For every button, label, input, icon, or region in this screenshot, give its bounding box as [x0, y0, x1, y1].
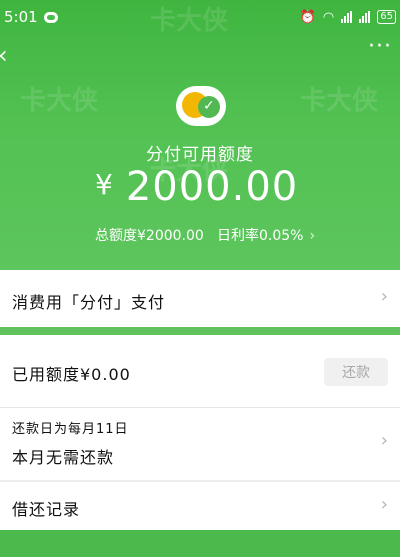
available-limit-label: 分付可用额度: [146, 145, 254, 165]
more-dots-icon[interactable]: ···: [368, 36, 394, 60]
currency-symbol: ¥: [95, 168, 114, 201]
repayment-status: 本月无需还款: [12, 448, 115, 467]
repayment-info-row[interactable]: 还款日为每月11日 本月无需还款 ›: [0, 408, 400, 480]
back-arrow-icon[interactable]: ‹: [0, 40, 18, 70]
alarm-icon: ⏰: [299, 9, 316, 25]
due-day-label: 还款日为每月11日: [12, 422, 129, 437]
battery-icon: 65: [377, 10, 396, 24]
borrow-repay-history-row[interactable]: 借还记录 ›: [0, 482, 400, 530]
pay-with-fenfu-label: 消费用「分付」支付: [12, 293, 166, 312]
section-divider: [0, 327, 400, 335]
daily-rate-text: 日利率0.05%: [217, 228, 304, 244]
wechat-notification-icon: [43, 11, 58, 23]
watermark: 卡大侠: [20, 86, 99, 116]
total-limit: 总额度¥2000.00: [95, 228, 204, 244]
bottom-strip: [0, 530, 400, 557]
borrow-repay-history-label: 借还记录: [12, 500, 81, 519]
chevron-right-icon: ›: [380, 286, 388, 307]
chevron-right-icon: ›: [380, 494, 388, 515]
watermark: 卡大侠: [300, 86, 379, 116]
status-time: 5:01: [4, 8, 38, 26]
chevron-right-icon: ›: [380, 430, 388, 451]
credit-card-section: 已用额度¥0.00 还款 还款日为每月11日 本月无需还款 ›: [0, 335, 400, 480]
chevron-right-icon: ›: [309, 228, 316, 244]
daily-rate-link[interactable]: 日利率0.05% ›: [217, 225, 315, 245]
available-amount: ¥2000.00: [95, 164, 298, 210]
header-panel: 5:01 ⏰ ◠ 65 ‹ ··· ✓ 分付可用额度 ¥2000.00 总额度¥…: [0, 0, 400, 270]
repay-button[interactable]: 还款: [324, 358, 388, 386]
wifi-icon: ◠: [322, 9, 335, 25]
used-limit-label: 已用额度¥0.00: [12, 365, 131, 384]
available-amount-value: 2000.00: [125, 164, 299, 210]
pay-with-fenfu-row[interactable]: 消费用「分付」支付 ›: [0, 270, 400, 327]
fenfu-logo-icon: ✓: [176, 86, 226, 126]
signal-icon: [341, 11, 353, 23]
signal-icon-2: [359, 11, 371, 23]
status-bar: 5:01 ⏰ ◠ 65: [0, 0, 400, 34]
